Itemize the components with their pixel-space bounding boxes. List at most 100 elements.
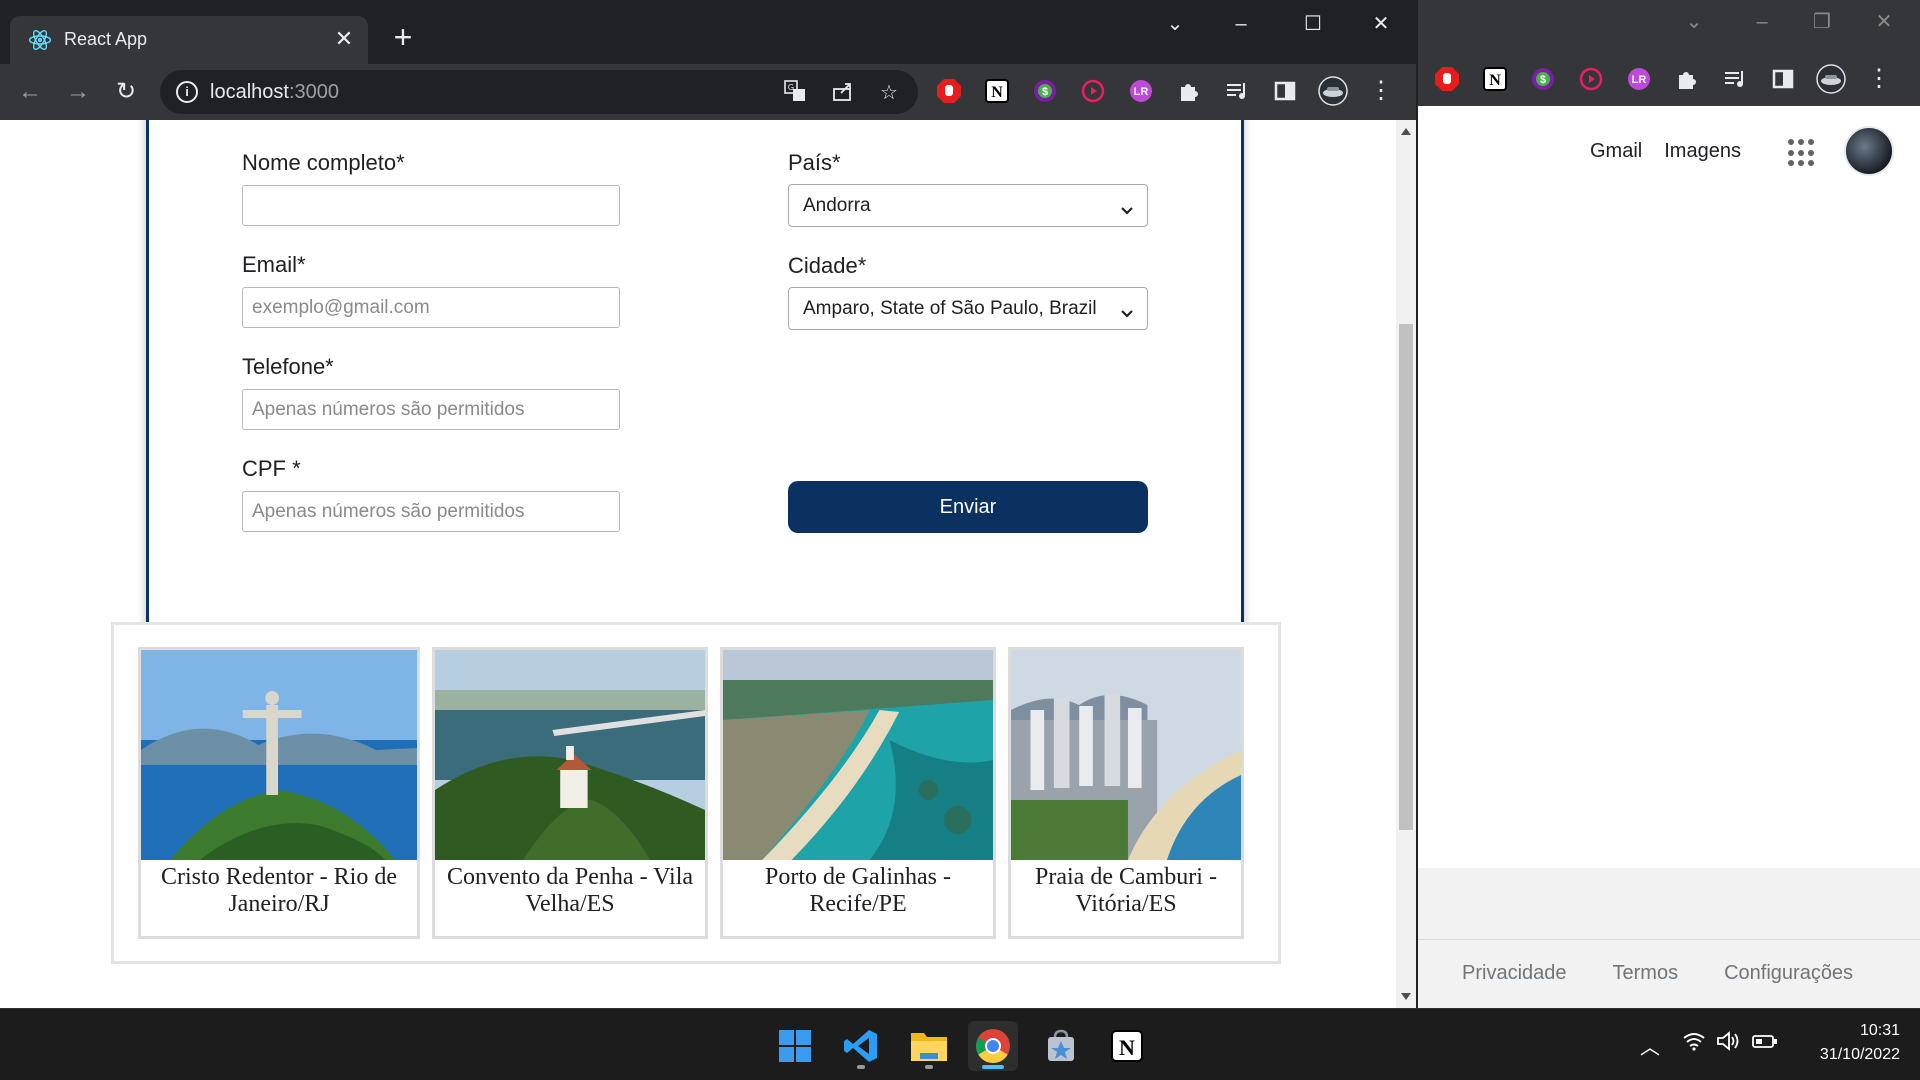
minimize-icon[interactable]: – [1216, 10, 1266, 38]
chevron-down-icon[interactable]: ⌄ [1674, 10, 1714, 34]
new-tab-button[interactable]: + [388, 21, 418, 53]
tab-react-app[interactable]: React App ✕ [10, 16, 368, 64]
full-name-input[interactable] [242, 185, 620, 226]
address-bar[interactable]: i localhost:3000 G ☆ [160, 70, 918, 114]
country-select[interactable]: Andorra [788, 184, 1148, 227]
scroll-down-arrow-icon[interactable] [1401, 993, 1411, 1000]
minimize-icon[interactable]: – [1742, 10, 1782, 34]
site-info-icon[interactable]: i [176, 81, 198, 103]
system-clock[interactable]: 10:31 31/10/2022 [1790, 1019, 1900, 1067]
maximize-icon[interactable]: ☐ [1288, 10, 1338, 38]
clock-date: 31/10/2022 [1819, 1046, 1900, 1063]
volume-icon[interactable] [1716, 1031, 1742, 1057]
restore-icon[interactable]: ❐ [1802, 10, 1842, 34]
gallery-card[interactable]: Cristo Redentor - Rio de Janeiro/RJ [138, 647, 420, 939]
chrome-taskbar-icon[interactable] [968, 1021, 1018, 1071]
google-footer-bottom: Privacidade Termos Configurações [1418, 940, 1920, 1008]
email-input[interactable] [242, 287, 620, 328]
language-reactor-extension-icon[interactable]: LR [1624, 64, 1654, 94]
close-window-icon[interactable]: ✕ [1356, 10, 1406, 38]
submit-button[interactable]: Enviar [788, 481, 1148, 533]
svg-text:LR: LR [1632, 74, 1647, 86]
cpf-input[interactable] [242, 491, 620, 532]
react-logo-icon [28, 28, 52, 52]
city-selected-value: Amparo, State of São Paulo, Brazil [803, 298, 1097, 319]
bookmark-star-icon[interactable]: ☆ [876, 80, 902, 106]
clock-time: 10:31 [1859, 1022, 1900, 1039]
background-toolbar: N $ LR ⋮ [1418, 52, 1920, 106]
money-extension-icon[interactable]: $ [1030, 76, 1060, 106]
forward-arrow-icon[interactable]: → [62, 76, 94, 108]
tab-title: React App [64, 29, 148, 49]
profile-avatar[interactable] [1816, 64, 1846, 94]
more-menu-icon[interactable]: ⋮ [1864, 64, 1894, 94]
chevron-down-icon[interactable]: ⌄ [1150, 10, 1200, 38]
extensions-puzzle-icon[interactable] [1174, 76, 1204, 106]
scroll-up-arrow-icon[interactable] [1401, 128, 1411, 135]
reading-list-icon[interactable] [1720, 64, 1750, 94]
windows-taskbar: N ︿ 10:31 31/10/2022 [0, 1008, 1920, 1080]
gallery-image [723, 650, 993, 860]
adblock-extension-icon[interactable] [1432, 64, 1462, 94]
svg-text:N: N [991, 84, 1003, 101]
svg-text:N: N [1119, 1035, 1135, 1060]
notion-extension-icon[interactable]: N [982, 76, 1012, 106]
gallery-image [141, 650, 417, 860]
chevron-down-icon [1117, 194, 1137, 215]
gallery-image [435, 650, 705, 860]
translate-icon[interactable]: G [782, 80, 808, 106]
destinations-gallery: Cristo Redentor - Rio de Janeiro/RJ Conv… [111, 622, 1281, 964]
share-icon[interactable] [830, 80, 856, 106]
google-apps-icon[interactable] [1788, 139, 1816, 167]
privacy-link[interactable]: Privacidade [1462, 962, 1567, 985]
profile-avatar[interactable] [1318, 76, 1348, 106]
scrollbar-thumb[interactable] [1399, 324, 1413, 830]
side-panel-icon[interactable] [1768, 64, 1798, 94]
gallery-caption: Praia de Camburi - Vitória/ES [1035, 864, 1217, 917]
chevron-down-icon [1117, 297, 1137, 318]
more-menu-icon[interactable]: ⋮ [1366, 76, 1396, 106]
phone-label: Telefone* [242, 354, 334, 379]
video-extension-icon[interactable] [1078, 76, 1108, 106]
terms-link[interactable]: Termos [1613, 962, 1679, 985]
svg-text:$: $ [1042, 86, 1048, 98]
phone-input[interactable] [242, 389, 620, 430]
page-viewport: Nome completo* Email* Telefone* CPF * Pa… [0, 120, 1398, 1008]
video-extension-icon[interactable] [1576, 64, 1606, 94]
google-account-avatar[interactable] [1844, 126, 1894, 176]
notion-extension-icon[interactable]: N [1480, 64, 1510, 94]
adblock-extension-icon[interactable] [934, 76, 964, 106]
wifi-icon[interactable] [1682, 1031, 1706, 1057]
side-panel-icon[interactable] [1270, 76, 1300, 106]
vscode-taskbar-icon[interactable] [836, 1021, 886, 1071]
back-arrow-icon[interactable]: ← [14, 76, 46, 108]
gallery-caption: Porto de Galinhas - Recife/PE [765, 864, 951, 917]
reading-list-icon[interactable] [1222, 76, 1252, 106]
email-label: Email* [242, 252, 306, 277]
settings-link[interactable]: Configurações [1724, 962, 1853, 985]
battery-icon[interactable] [1752, 1031, 1778, 1057]
page-scrollbar[interactable] [1396, 120, 1416, 1008]
file-explorer-taskbar-icon[interactable] [904, 1021, 954, 1071]
extensions-puzzle-icon[interactable] [1672, 64, 1702, 94]
start-button[interactable] [770, 1021, 820, 1071]
gallery-card[interactable]: Praia de Camburi - Vitória/ES [1008, 647, 1244, 939]
close-icon[interactable]: ✕ [1864, 10, 1904, 34]
country-label: País* [788, 150, 841, 175]
close-tab-icon[interactable]: ✕ [332, 27, 356, 51]
gmail-link[interactable]: Gmail [1590, 140, 1642, 163]
svg-text:$: $ [1540, 74, 1546, 86]
images-link[interactable]: Imagens [1664, 140, 1741, 163]
gallery-card[interactable]: Porto de Galinhas - Recife/PE [720, 647, 996, 939]
money-extension-icon[interactable]: $ [1528, 64, 1558, 94]
city-select[interactable]: Amparo, State of São Paulo, Brazil [788, 287, 1148, 330]
cpf-label: CPF * [242, 456, 301, 481]
chevron-up-icon[interactable]: ︿ [1640, 1031, 1660, 1060]
gallery-card[interactable]: Convento da Penha - Vila Velha/ES [432, 647, 708, 939]
language-reactor-extension-icon[interactable]: LR [1126, 76, 1156, 106]
reload-icon[interactable]: ↻ [110, 76, 142, 108]
notion-taskbar-icon[interactable]: N [1102, 1021, 1152, 1071]
browser-titlebar: React App ✕ + ⌄ – ☐ ✕ [0, 0, 1416, 64]
address-url[interactable]: localhost:3000 [210, 81, 339, 104]
store-taskbar-icon[interactable] [1036, 1021, 1086, 1071]
